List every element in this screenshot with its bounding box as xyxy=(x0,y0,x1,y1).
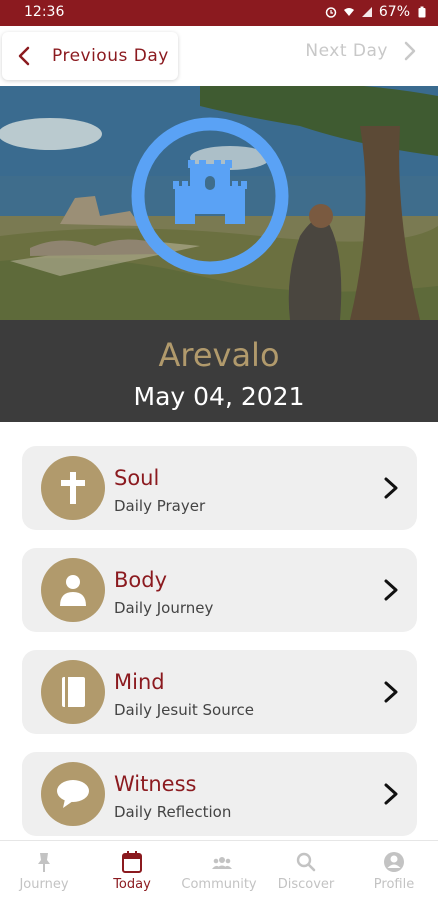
tab-label: Community xyxy=(181,877,257,892)
chevron-right-icon xyxy=(404,41,416,61)
next-day-button[interactable]: Next Day xyxy=(305,40,420,62)
previous-day-label: Previous Day xyxy=(52,46,169,66)
soul-icon-circle xyxy=(41,456,105,520)
user-icon xyxy=(384,852,404,872)
card-title: Soul xyxy=(114,466,160,490)
card-subtitle: Daily Prayer xyxy=(114,497,206,515)
chevron-left-icon xyxy=(18,46,30,66)
tab-label: Today xyxy=(113,877,151,892)
chevron-right-icon xyxy=(384,681,398,703)
book-icon xyxy=(62,677,85,707)
wifi-icon xyxy=(343,8,354,16)
chevron-right-icon xyxy=(384,783,398,805)
hero-illustration xyxy=(0,86,438,320)
card-subtitle: Daily Jesuit Source xyxy=(114,701,255,719)
battery-percent: 67% xyxy=(378,4,410,20)
chevron-right-icon xyxy=(384,477,398,499)
card-subtitle: Daily Reflection xyxy=(114,803,232,821)
tab-label: Profile xyxy=(373,877,415,892)
day-navigation: Previous Day Next Day xyxy=(0,26,438,86)
mind-icon-circle xyxy=(41,660,105,724)
bottom-tab-bar: Journey Today Community Discover Profile xyxy=(0,840,438,901)
status-bar: 12:36 67% xyxy=(0,0,438,26)
status-time: 12:36 xyxy=(24,4,65,20)
body-icon-circle xyxy=(41,558,105,622)
tab-profile[interactable]: Profile xyxy=(350,841,438,901)
status-icons: 67% xyxy=(325,4,428,20)
calendar-icon xyxy=(122,851,142,873)
next-day-label: Next Day xyxy=(305,41,388,61)
group-icon xyxy=(212,857,232,869)
card-title: Mind xyxy=(114,670,165,694)
body-card[interactable]: Body Daily Journey xyxy=(22,548,417,632)
witness-icon-circle xyxy=(41,762,105,826)
person-icon xyxy=(60,575,86,606)
castle-icon xyxy=(131,117,289,275)
signal-icon xyxy=(361,7,372,17)
battery-icon xyxy=(418,6,426,18)
tab-community[interactable]: Community xyxy=(175,841,263,901)
tab-today[interactable]: Today xyxy=(88,841,176,901)
cross-icon xyxy=(61,472,85,504)
place-title: Arevalo xyxy=(158,336,280,374)
tab-journey[interactable]: Journey xyxy=(0,841,88,901)
day-banner: Arevalo May 04, 2021 xyxy=(0,320,438,422)
card-title: Body xyxy=(114,568,168,592)
speech-bubble-icon xyxy=(57,780,89,808)
search-icon xyxy=(296,852,316,872)
alarm-icon xyxy=(325,7,337,18)
tab-label: Discover xyxy=(277,877,335,892)
chevron-right-icon xyxy=(384,579,398,601)
pin-icon xyxy=(38,853,50,872)
day-date: May 04, 2021 xyxy=(133,382,305,411)
card-title: Witness xyxy=(114,772,197,796)
soul-card[interactable]: Soul Daily Prayer xyxy=(22,446,417,530)
witness-card[interactable]: Witness Daily Reflection xyxy=(22,752,417,836)
tab-discover[interactable]: Discover xyxy=(262,841,350,901)
tab-label: Journey xyxy=(19,877,69,892)
previous-day-button[interactable]: Previous Day xyxy=(2,32,178,80)
mind-card[interactable]: Mind Daily Jesuit Source xyxy=(22,650,417,734)
card-subtitle: Daily Journey xyxy=(114,599,214,617)
